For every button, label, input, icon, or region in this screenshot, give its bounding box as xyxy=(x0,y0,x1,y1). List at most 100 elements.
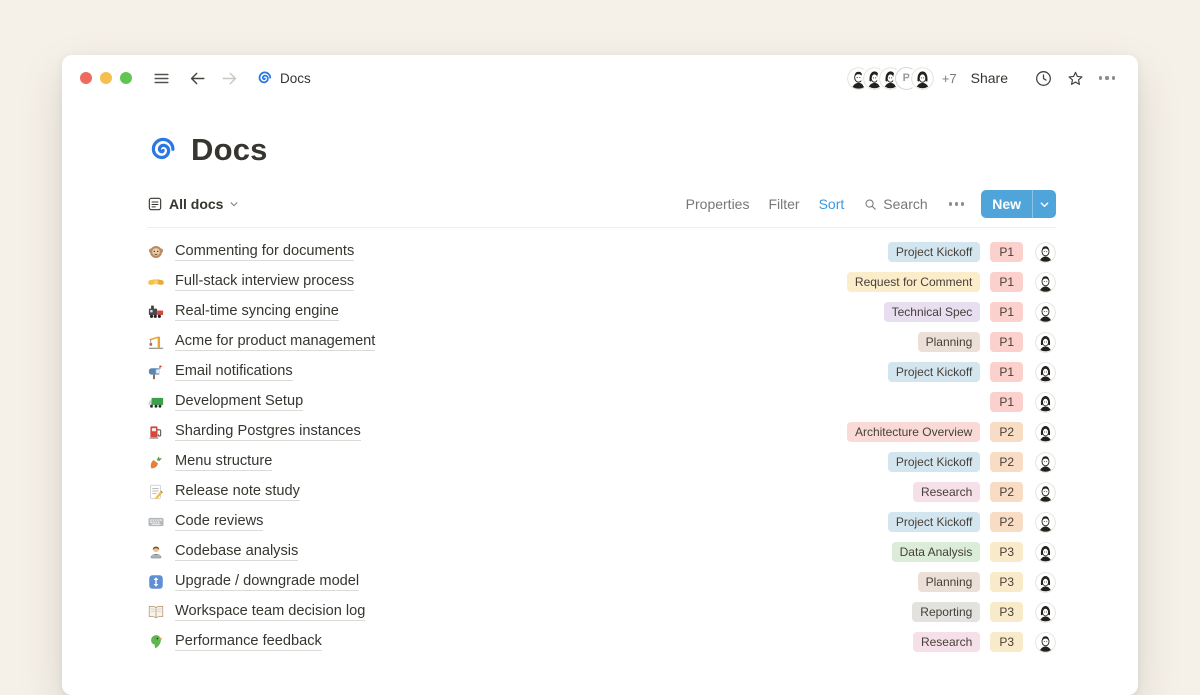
priority-badge[interactable]: P1 xyxy=(990,332,1023,352)
doc-type-badge[interactable]: Project Kickoff xyxy=(888,512,980,532)
close-button[interactable] xyxy=(80,72,92,84)
assignee-avatar[interactable] xyxy=(1035,362,1056,383)
doc-type-badge[interactable]: Research xyxy=(913,482,980,502)
doc-title[interactable]: Upgrade / downgrade model xyxy=(175,573,359,591)
priority-badge[interactable]: P3 xyxy=(990,632,1023,652)
assignee-avatar[interactable] xyxy=(1035,542,1056,563)
history-clock-icon[interactable] xyxy=(1030,65,1056,91)
priority-badge[interactable]: P2 xyxy=(990,452,1023,472)
doc-type-badge[interactable]: Research xyxy=(913,632,980,652)
properties-button[interactable]: Properties xyxy=(686,196,750,212)
doc-row[interactable]: Code reviews Project Kickoff P2 xyxy=(147,507,1056,537)
doc-title[interactable]: Email notifications xyxy=(175,363,293,381)
priority-badge[interactable]: P1 xyxy=(990,272,1023,292)
monkey-face-emoji-icon xyxy=(147,243,165,261)
technologist-emoji-icon xyxy=(147,543,165,561)
parrot-emoji-icon xyxy=(147,633,165,651)
doc-row[interactable]: Commenting for documents Project Kickoff… xyxy=(147,237,1056,267)
doc-title[interactable]: Commenting for documents xyxy=(175,243,354,261)
doc-title[interactable]: Workspace team decision log xyxy=(175,603,365,621)
doc-type-badge[interactable]: Planning xyxy=(918,572,981,592)
doc-row[interactable]: Development Setup P1 xyxy=(147,387,1056,417)
doc-title[interactable]: Codebase analysis xyxy=(175,543,298,561)
building-construction-emoji-icon xyxy=(147,333,165,351)
doc-type-badge[interactable]: Project Kickoff xyxy=(888,452,980,472)
doc-type-badge[interactable]: Reporting xyxy=(912,602,980,622)
new-button-chevron-icon[interactable] xyxy=(1032,190,1056,218)
priority-badge[interactable]: P3 xyxy=(990,572,1023,592)
assignee-avatar[interactable] xyxy=(1035,302,1056,323)
back-arrow-icon[interactable] xyxy=(186,67,208,89)
priority-badge[interactable]: P2 xyxy=(990,482,1023,502)
assignee-avatar[interactable] xyxy=(1035,242,1056,263)
toolbar-actions: Properties Filter Sort Search New xyxy=(686,190,1056,218)
priority-badge[interactable]: P3 xyxy=(990,542,1023,562)
doc-title[interactable]: Menu structure xyxy=(175,453,272,471)
doc-type-badge[interactable]: Data Analysis xyxy=(892,542,981,562)
assignee-avatar[interactable] xyxy=(1035,392,1056,413)
doc-title[interactable]: Real-time syncing engine xyxy=(175,303,339,321)
doc-row[interactable]: Full-stack interview process Request for… xyxy=(147,267,1056,297)
doc-type-badge[interactable]: Technical Spec xyxy=(884,302,981,322)
member-avatar[interactable] xyxy=(911,67,934,90)
avatars-overflow-count[interactable]: +7 xyxy=(942,71,957,86)
page-title[interactable]: Docs xyxy=(191,132,268,168)
doc-type-badge[interactable]: Planning xyxy=(918,332,981,352)
doc-title[interactable]: Acme for product management xyxy=(175,333,375,351)
assignee-avatar[interactable] xyxy=(1035,602,1056,623)
share-button[interactable]: Share xyxy=(971,70,1008,86)
page-header: Docs xyxy=(147,132,1056,168)
toolbar-more-icon[interactable] xyxy=(947,202,967,205)
doc-row[interactable]: Real-time syncing engine Technical Spec … xyxy=(147,297,1056,327)
priority-badge[interactable]: P1 xyxy=(990,242,1023,262)
doc-type-badge[interactable]: Request for Comment xyxy=(847,272,980,292)
zoom-button[interactable] xyxy=(120,72,132,84)
doc-row[interactable]: Codebase analysis Data Analysis P3 xyxy=(147,537,1056,567)
assignee-avatar[interactable] xyxy=(1035,332,1056,353)
assignee-avatar[interactable] xyxy=(1035,482,1056,503)
priority-badge[interactable]: P2 xyxy=(990,422,1023,442)
assignee-avatar[interactable] xyxy=(1035,272,1056,293)
doc-type-badge[interactable]: Architecture Overview xyxy=(847,422,980,442)
doc-row[interactable]: Performance feedback Research P3 xyxy=(147,627,1056,657)
priority-badge[interactable]: P1 xyxy=(990,392,1023,412)
view-switcher-all-docs[interactable]: All docs xyxy=(147,196,239,212)
assignee-avatar[interactable] xyxy=(1035,452,1056,473)
doc-row[interactable]: Sharding Postgres instances Architecture… xyxy=(147,417,1056,447)
doc-title[interactable]: Sharding Postgres instances xyxy=(175,423,361,441)
doc-row[interactable]: Workspace team decision log Reporting P3 xyxy=(147,597,1056,627)
doc-row[interactable]: Upgrade / downgrade model Planning P3 xyxy=(147,567,1056,597)
assignee-avatar[interactable] xyxy=(1035,512,1056,533)
forward-arrow-icon[interactable] xyxy=(218,67,240,89)
doc-row[interactable]: Acme for product management Planning P1 xyxy=(147,327,1056,357)
doc-title[interactable]: Release note study xyxy=(175,483,300,501)
filter-button[interactable]: Filter xyxy=(768,196,799,212)
doc-title[interactable]: Performance feedback xyxy=(175,633,322,651)
doc-type-badge[interactable]: Project Kickoff xyxy=(888,242,980,262)
priority-badge[interactable]: P1 xyxy=(990,302,1023,322)
sort-button[interactable]: Sort xyxy=(819,196,845,212)
assignee-avatar[interactable] xyxy=(1035,632,1056,653)
doc-row[interactable]: Release note study Research P2 xyxy=(147,477,1056,507)
favorite-star-icon[interactable] xyxy=(1062,65,1088,91)
memo-emoji-icon xyxy=(147,483,165,501)
cyclone-emoji-icon[interactable] xyxy=(147,135,178,166)
doc-type-badge[interactable]: Project Kickoff xyxy=(888,362,980,382)
assignee-avatar[interactable] xyxy=(1035,572,1056,593)
titlebar-avatars[interactable]: P xyxy=(847,67,934,90)
doc-row[interactable]: Email notifications Project Kickoff P1 xyxy=(147,357,1056,387)
priority-badge[interactable]: P1 xyxy=(990,362,1023,382)
doc-row[interactable]: Menu structure Project Kickoff P2 xyxy=(147,447,1056,477)
doc-title[interactable]: Full-stack interview process xyxy=(175,273,354,291)
doc-title[interactable]: Development Setup xyxy=(175,393,303,411)
minimize-button[interactable] xyxy=(100,72,112,84)
doc-title[interactable]: Code reviews xyxy=(175,513,263,531)
new-button[interactable]: New xyxy=(981,190,1056,218)
sidebar-menu-icon[interactable] xyxy=(150,67,172,89)
more-options-icon[interactable] xyxy=(1094,65,1120,91)
priority-badge[interactable]: P3 xyxy=(990,602,1023,622)
mailbox-emoji-icon xyxy=(147,363,165,381)
priority-badge[interactable]: P2 xyxy=(990,512,1023,532)
assignee-avatar[interactable] xyxy=(1035,422,1056,443)
search-button[interactable]: Search xyxy=(863,196,927,212)
